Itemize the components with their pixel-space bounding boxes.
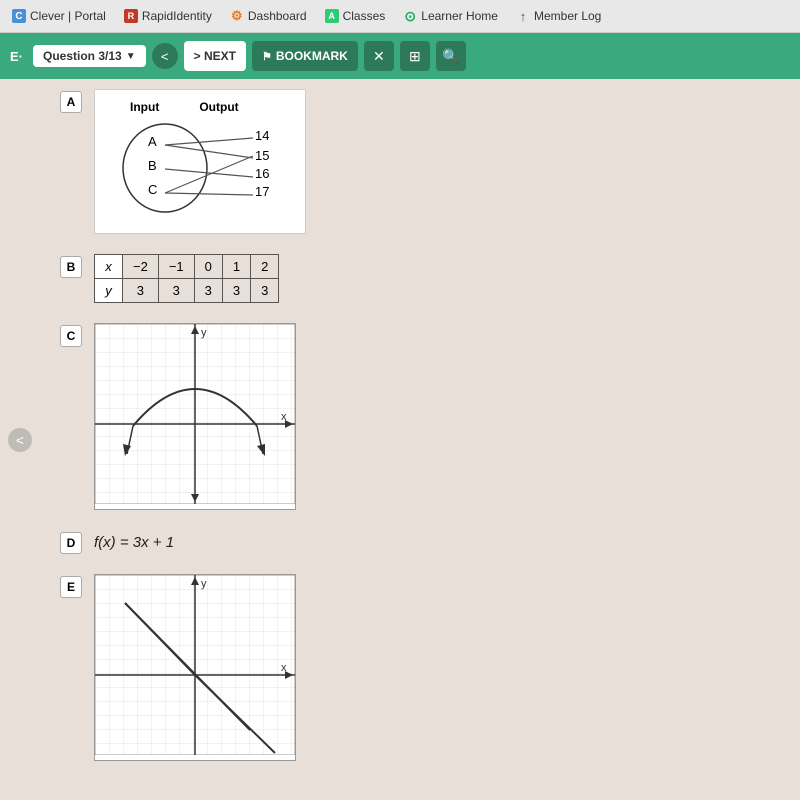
tab-learner[interactable]: ⊙ Learner Home [395, 5, 506, 27]
next-label: > NEXT [194, 49, 236, 63]
tab-classes-label: Classes [343, 9, 386, 23]
close-icon: ✕ [373, 48, 385, 65]
y-val-4: 3 [222, 279, 250, 303]
option-a: A Input Output A B C 14 15 16 17 [60, 89, 780, 234]
output-17: 17 [255, 184, 269, 199]
option-e-label[interactable]: E [60, 576, 82, 598]
mapping-diagram: Input Output A B C 14 15 16 17 [94, 89, 306, 234]
option-c: C y x [60, 323, 780, 510]
toolbar-prefix: E· [10, 49, 23, 64]
clever-icon: C [12, 9, 26, 23]
mapping-svg: A B C 14 15 16 17 [110, 118, 290, 218]
tab-dashboard[interactable]: ⚙ Dashboard [222, 5, 315, 27]
tab-clever-label: Clever | Portal [30, 9, 106, 23]
grid-icon: ⊞ [409, 48, 421, 65]
dashboard-icon: ⚙ [230, 9, 244, 23]
nav-back-icon: < [161, 49, 169, 64]
mapping-header: Input Output [130, 100, 290, 114]
rapid-icon: R [124, 9, 138, 23]
x-val-5: 2 [251, 255, 279, 279]
nav-back-button[interactable]: < [152, 43, 178, 69]
x-val-3: 0 [194, 255, 222, 279]
output-16: 16 [255, 166, 269, 181]
y-val-3: 3 [194, 279, 222, 303]
input-c: C [148, 182, 157, 197]
parabola-svg: y x [95, 324, 295, 504]
vshape-svg: y x [95, 575, 295, 755]
table-row-x: x −2 −1 0 1 2 [95, 255, 279, 279]
browser-tabs: C Clever | Portal R RapidIdentity ⚙ Dash… [0, 0, 800, 33]
bookmark-label: BOOKMARK [276, 49, 348, 63]
question-toolbar: E· Question 3/13 ▼ < > NEXT ⚑ BOOKMARK ✕… [0, 33, 800, 79]
learner-icon: ⊙ [403, 9, 417, 23]
formula-text: f(x) = 3x + 1 [94, 534, 174, 551]
x-label: x [95, 255, 123, 279]
search-button[interactable]: 🔍 [436, 41, 466, 71]
input-header: Input [130, 100, 159, 114]
formula-display: f(x) = 3x + 1 [94, 534, 174, 551]
x-val-2: −1 [158, 255, 194, 279]
tab-rapid[interactable]: R RapidIdentity [116, 5, 220, 27]
tab-member[interactable]: ↑ Member Log [508, 5, 609, 27]
option-d: D f(x) = 3x + 1 [60, 530, 780, 554]
bookmark-icon: ⚑ [262, 50, 272, 63]
option-b: B x −2 −1 0 1 2 y 3 3 3 3 3 [60, 254, 780, 303]
function-table: x −2 −1 0 1 2 y 3 3 3 3 3 [94, 254, 279, 303]
y-val-1: 3 [123, 279, 159, 303]
y-val-5: 3 [251, 279, 279, 303]
option-c-label[interactable]: C [60, 325, 82, 347]
option-b-label[interactable]: B [60, 256, 82, 278]
member-icon: ↑ [516, 9, 530, 23]
tab-member-label: Member Log [534, 9, 601, 23]
x-axis-label: x [281, 411, 287, 423]
tab-clever[interactable]: C Clever | Portal [4, 5, 114, 27]
y-val-2: 3 [158, 279, 194, 303]
grid-button[interactable]: ⊞ [400, 41, 430, 71]
bookmark-button[interactable]: ⚑ BOOKMARK [252, 41, 358, 71]
next-button[interactable]: > NEXT [184, 41, 246, 71]
option-e: E y x [60, 574, 780, 761]
tab-dashboard-label: Dashboard [248, 9, 307, 23]
tab-classes[interactable]: A Classes [317, 5, 394, 27]
output-header: Output [199, 100, 238, 114]
vshape-graph: y x [94, 574, 296, 761]
content-area: < A Input Output A B C 14 15 16 17 [0, 79, 800, 800]
y-label: y [95, 279, 123, 303]
output-14: 14 [255, 128, 269, 143]
x-val-1: −2 [123, 255, 159, 279]
dropdown-arrow-icon[interactable]: ▼ [126, 51, 136, 62]
option-d-label[interactable]: D [60, 532, 82, 554]
x-val-4: 1 [222, 255, 250, 279]
table-row-y: y 3 3 3 3 3 [95, 279, 279, 303]
input-a: A [148, 134, 157, 149]
classes-icon: A [325, 9, 339, 23]
e-x-label: x [281, 662, 287, 674]
search-icon: 🔍 [442, 48, 459, 65]
question-info: Question 3/13 [43, 49, 122, 63]
option-a-label[interactable]: A [60, 91, 82, 113]
tab-rapid-label: RapidIdentity [142, 9, 212, 23]
parabola-graph: y x [94, 323, 296, 510]
output-15: 15 [255, 148, 269, 163]
y-axis-label: y [201, 327, 207, 339]
question-badge: Question 3/13 ▼ [33, 45, 146, 67]
left-nav-button[interactable]: < [8, 428, 32, 452]
e-y-label: y [201, 578, 207, 590]
close-button[interactable]: ✕ [364, 41, 394, 71]
input-b: B [148, 158, 157, 173]
tab-learner-label: Learner Home [421, 9, 498, 23]
